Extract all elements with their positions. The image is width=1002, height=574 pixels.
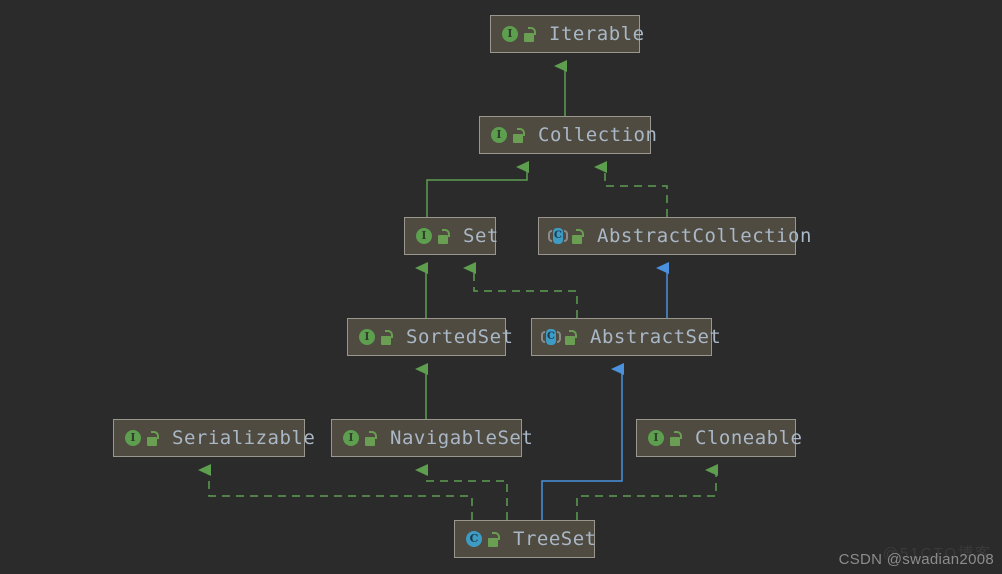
node-abstractset[interactable]: AbstractSet (531, 318, 721, 356)
node-collection[interactable]: Collection (479, 116, 657, 154)
node-label: AbstractCollection (597, 225, 812, 247)
edge-abstractcollection-implements-collection (594, 161, 668, 217)
interface-icon (501, 25, 519, 43)
node-label: Iterable (549, 23, 645, 45)
edge-treeset-extends-abstractset (541, 363, 624, 520)
unlocked-padlock-icon (565, 329, 578, 345)
abstract-class-icon (541, 328, 561, 346)
node-label: Collection (538, 124, 658, 146)
unlocked-padlock-icon (513, 127, 526, 143)
unlocked-padlock-icon (147, 430, 160, 446)
node-label: Cloneable (695, 427, 803, 449)
node-label: NavigableSet (390, 427, 534, 449)
unlocked-padlock-icon (488, 531, 501, 547)
edge-set-extends-collection (426, 161, 529, 217)
node-cloneable[interactable]: Cloneable (636, 419, 802, 457)
edge-layer (198, 60, 718, 520)
abstract-bracket-right (564, 230, 568, 242)
unlocked-padlock-icon (365, 430, 378, 446)
unlocked-padlock-icon (670, 430, 683, 446)
node-label: Set (463, 225, 499, 247)
node-abstractcollection[interactable]: AbstractCollection (538, 217, 811, 255)
node-serializable[interactable]: Serializable (113, 419, 315, 457)
node-label: Serializable (172, 427, 316, 449)
padlock-body (147, 436, 157, 446)
padlock-body (513, 133, 523, 143)
watermark: CSDN @swadian2008 (838, 551, 994, 568)
edge-treeset-implements-cloneable (576, 464, 718, 520)
interface-icon (490, 126, 508, 144)
node-navigableset[interactable]: NavigableSet (331, 419, 533, 457)
edge-abstractset-implements-set (463, 262, 578, 318)
unlocked-padlock-icon (572, 228, 585, 244)
padlock-body (572, 234, 582, 244)
node-label: SortedSet (406, 326, 514, 348)
unlocked-padlock-icon (438, 228, 451, 244)
node-iterable[interactable]: Iterable (490, 15, 644, 53)
interface-icon (358, 328, 376, 346)
unlocked-padlock-icon (524, 26, 537, 42)
padlock-body (670, 436, 680, 446)
unlocked-padlock-icon (381, 329, 394, 345)
padlock-body (438, 234, 448, 244)
interface-icon (124, 429, 142, 447)
node-set[interactable]: Set (404, 217, 499, 255)
padlock-body (565, 335, 575, 345)
abstract-bracket-left (541, 331, 545, 343)
interface-icon (415, 227, 433, 245)
node-treeset[interactable]: TreeSet (454, 520, 597, 558)
padlock-body (488, 537, 498, 547)
node-sortedset[interactable]: SortedSet (347, 318, 513, 356)
padlock-body (381, 335, 391, 345)
class-hierarchy-diagram: TreeSet Cloneable NavigableSet Serializable… (0, 0, 1002, 574)
abstract-bracket-left (548, 230, 552, 242)
abstract-class-icon (548, 227, 568, 245)
class-icon (465, 530, 483, 548)
padlock-body (524, 32, 534, 42)
edge-treeset-implements-serializable (198, 464, 473, 520)
interface-icon (342, 429, 360, 447)
edge-treeset-implements-navigableset (415, 464, 508, 520)
node-label: TreeSet (513, 528, 597, 550)
node-label: AbstractSet (590, 326, 722, 348)
interface-icon (647, 429, 665, 447)
padlock-body (365, 436, 375, 446)
abstract-bracket-right (557, 331, 561, 343)
